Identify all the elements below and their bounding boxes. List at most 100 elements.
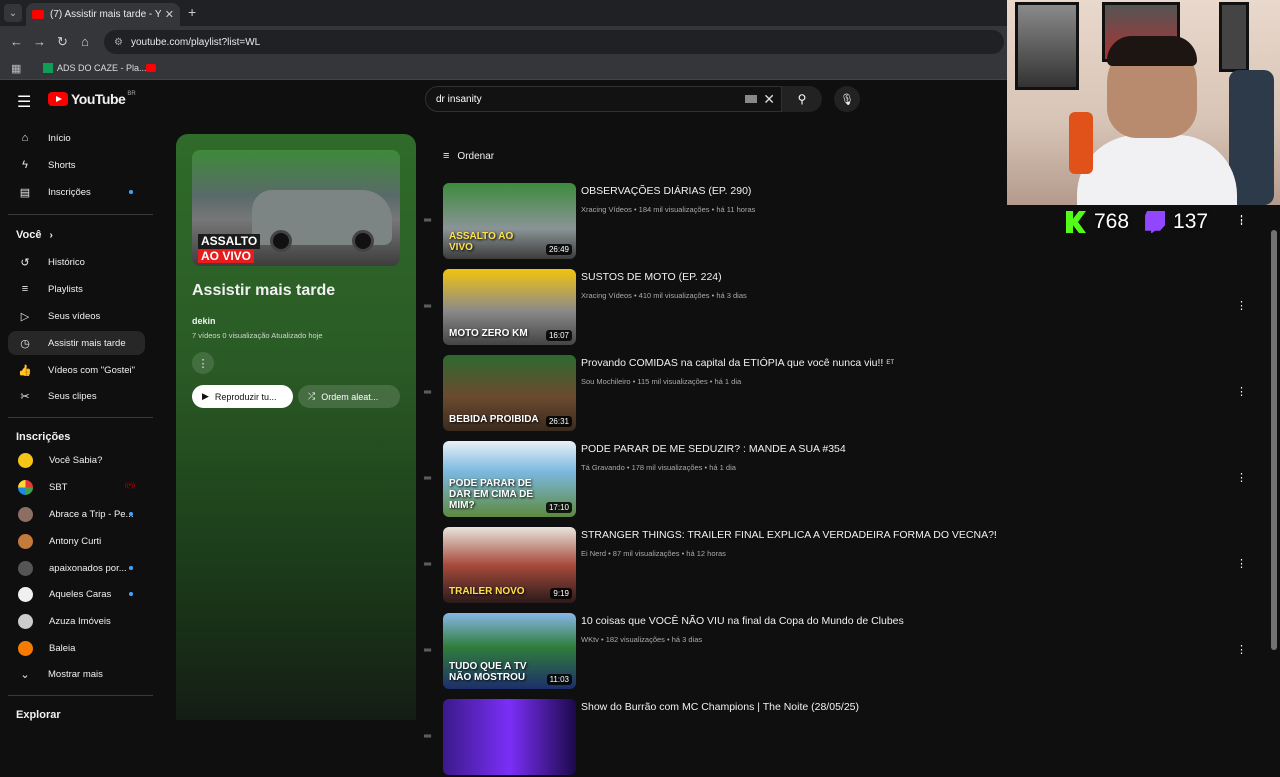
youtube-logo[interactable]: YouTube BR	[48, 91, 136, 107]
sidebar-item-seus-clipes[interactable]: ✂ Seus clipes	[8, 384, 145, 408]
reload-icon[interactable]: ↻	[57, 34, 68, 50]
search-input[interactable]: dr insanity ✕	[425, 86, 782, 112]
avatar	[18, 506, 33, 522]
new-tab-button[interactable]: +	[188, 4, 196, 20]
video-thumbnail[interactable]: MOTO ZERO KM 16:07	[443, 269, 576, 345]
sidebar-section-voce[interactable]: Você ›	[8, 223, 145, 247]
sidebar-item-assistir-mais-tarde[interactable]: ◷ Assistir mais tarde	[8, 331, 145, 355]
drag-handle-icon[interactable]: ═	[424, 645, 431, 656]
viewer-stats: 768 137	[1066, 208, 1208, 236]
tab-title: (7) Assistir mais tarde - YouTube	[50, 9, 161, 20]
video-title-text: 10 coisas que VOCÊ NÃO VIU na final da C…	[581, 615, 904, 627]
drag-handle-icon[interactable]: ═	[424, 215, 431, 226]
close-tab-icon[interactable]: ✕	[165, 8, 174, 21]
channel-name: apaixonados por...	[49, 562, 127, 574]
apps-grid-icon[interactable]: ▦	[11, 62, 21, 75]
playlist-video-row[interactable]: ═ Show do Burrão com MC Champions | The N…	[424, 699, 1260, 777]
video-meta: WKtv • 182 visualizações • há 3 dias	[581, 635, 703, 644]
browser-tab-active[interactable]: (7) Assistir mais tarde - YouTube ✕	[26, 3, 180, 26]
sidebar-item-seus-videos[interactable]: ▷ Seus vídeos	[8, 304, 145, 328]
video-menu-icon[interactable]: ⋮	[1236, 471, 1247, 484]
site-info-icon[interactable]: ⚙	[114, 37, 123, 48]
playlist-thumbnail[interactable]: ASSALTO AO VIVO	[192, 150, 400, 266]
home-button-icon[interactable]: ⌂	[81, 34, 89, 49]
sidebar-item-inscricoes[interactable]: ▤ Inscrições	[8, 180, 145, 204]
channel-name: Abrace a Trip - Pe...	[49, 508, 134, 520]
wall-poster	[1015, 2, 1079, 90]
keyboard-icon[interactable]	[745, 95, 757, 103]
show-more-button[interactable]: ⌄ Mostrar mais	[8, 662, 145, 686]
menu-icon[interactable]: ☰	[17, 92, 31, 112]
scrollbar[interactable]	[1271, 230, 1277, 650]
drag-handle-icon[interactable]: ═	[424, 559, 431, 570]
forward-icon[interactable]: →	[33, 34, 46, 49]
drag-handle-icon[interactable]: ═	[424, 387, 431, 398]
sidebar-item-label: Seus vídeos	[48, 310, 101, 322]
video-title[interactable]: 10 coisas que VOCÊ NÃO VIU na final da C…	[581, 615, 904, 627]
playlist-video-row[interactable]: ═ PODE PARAR DE DAR EM CIMA DE MIM? 17:10 P…	[424, 441, 1260, 519]
bookmark-ads-do-caze[interactable]: ADS DO CAZE - Pla...	[43, 63, 147, 73]
play-all-button[interactable]: ▶ Reproduzir tu...	[192, 385, 293, 408]
voice-search-button[interactable]: 🎙	[834, 86, 860, 112]
play-all-label: Reproduzir tu...	[214, 391, 277, 402]
sidebar-sub-item[interactable]: Azuza Imóveis	[8, 609, 145, 633]
sidebar-sub-item[interactable]: apaixonados por...	[8, 556, 145, 580]
video-thumbnail[interactable]: TRAILER NOVO 9:19	[443, 527, 576, 603]
drag-handle-icon[interactable]: ═	[424, 301, 431, 312]
search-button[interactable]: ⚲	[782, 86, 822, 112]
sidebar-sub-item[interactable]: Antony Curti	[8, 529, 145, 553]
play-icon: ▶	[202, 391, 209, 401]
video-title[interactable]: Provando COMIDAS na capital da ETIÓPIA q…	[581, 357, 894, 369]
drag-handle-icon[interactable]: ═	[424, 473, 431, 484]
clear-search-icon[interactable]: ✕	[763, 91, 775, 108]
drag-handle-icon[interactable]: ═	[424, 731, 431, 742]
video-thumbnail[interactable]: TUDO QUE A TV NÃO MOSTROU 11:03	[443, 613, 576, 689]
sidebar-sub-item[interactable]: Abrace a Trip - Pe...	[8, 502, 145, 526]
playlist-video-row[interactable]: ═ MOTO ZERO KM 16:07 SUSTOS DE MOTO (EP. 22…	[424, 269, 1260, 347]
video-duration: 11:03	[546, 674, 572, 685]
video-title[interactable]: Show do Burrão com MC Champions | The No…	[581, 701, 859, 713]
video-thumbnail[interactable]: ASSALTO AO VIVO 26:49	[443, 183, 576, 259]
sidebar-item-label: Inscrições	[48, 186, 91, 198]
playlist-owner[interactable]: dekin	[192, 316, 216, 326]
thumbnail-caption-2: AO VIVO	[198, 249, 255, 263]
playlist-video-row[interactable]: ═ TRAILER NOVO 9:19 STRANGER THINGS: TRAILE…	[424, 527, 1260, 605]
video-thumbnail[interactable]: BEBIDA PROIBIDA 26:31	[443, 355, 576, 431]
wall-poster	[1219, 2, 1249, 72]
explore-title: Explorar	[16, 709, 61, 721]
sidebar-sub-item[interactable]: Aqueles Caras	[8, 582, 145, 606]
video-menu-icon[interactable]: ⋮	[1236, 557, 1247, 570]
sidebar-item-inicio[interactable]: ⌂ Início	[8, 126, 145, 150]
video-menu-icon[interactable]: ⋮	[1236, 299, 1247, 312]
more-options-icon[interactable]: ⋮	[1236, 214, 1247, 227]
sidebar-item-label: Shorts	[48, 159, 76, 171]
sidebar-sub-item[interactable]: SBT ((•))	[8, 475, 145, 499]
video-duration: 26:49	[545, 244, 572, 255]
video-title[interactable]: OBSERVAÇÕES DIÁRIAS (EP. 290)	[581, 185, 751, 197]
bookmark-youtube-icon[interactable]	[146, 64, 156, 72]
sidebar-sub-item[interactable]: Baleia	[8, 636, 145, 660]
sidebar-sub-item[interactable]: Você Sabia?	[8, 448, 145, 472]
address-bar[interactable]: ⚙ youtube.com/playlist?list=WL	[104, 30, 1004, 54]
back-icon[interactable]: ←	[10, 34, 23, 49]
sidebar-item-historico[interactable]: ↺ Histórico	[8, 250, 145, 274]
sort-button[interactable]: ≡ Ordenar	[443, 150, 494, 162]
tab-search-button[interactable]: ⌄	[4, 4, 22, 22]
playlist-video-row[interactable]: ═ BEBIDA PROIBIDA 26:31 Provando COMIDAS na…	[424, 355, 1260, 433]
video-menu-icon[interactable]: ⋮	[1236, 643, 1247, 656]
more-options-icon[interactable]: ⋮	[192, 352, 214, 374]
video-thumbnail[interactable]	[443, 699, 576, 775]
video-title[interactable]: STRANGER THINGS: TRAILER FINAL EXPLICA A…	[581, 529, 997, 541]
shuffle-button[interactable]: ⤮ Ordem aleat...	[298, 385, 400, 408]
video-menu-icon[interactable]: ⋮	[1236, 385, 1247, 398]
sidebar-item-shorts[interactable]: ϟ Shorts	[8, 153, 145, 177]
live-indicator-icon: ((•))	[124, 483, 135, 489]
webcam-overlay	[1007, 0, 1280, 205]
video-thumbnail[interactable]: PODE PARAR DE DAR EM CIMA DE MIM? 17:10	[443, 441, 576, 517]
video-title[interactable]: SUSTOS DE MOTO (EP. 224)	[581, 271, 722, 283]
sidebar-item-videos-gostei[interactable]: 👍 Vídeos com "Gostei"	[8, 358, 145, 382]
video-title[interactable]: PODE PARAR DE ME SEDUZIR? : MANDE A SUA …	[581, 443, 846, 455]
playlist-video-row[interactable]: ═ TUDO QUE A TV NÃO MOSTROU 11:03 10 coisas…	[424, 613, 1260, 691]
sidebar-item-playlists[interactable]: ≡ Playlists	[8, 277, 145, 301]
thumbnail-text: BEBIDA PROIBIDA	[449, 414, 539, 425]
